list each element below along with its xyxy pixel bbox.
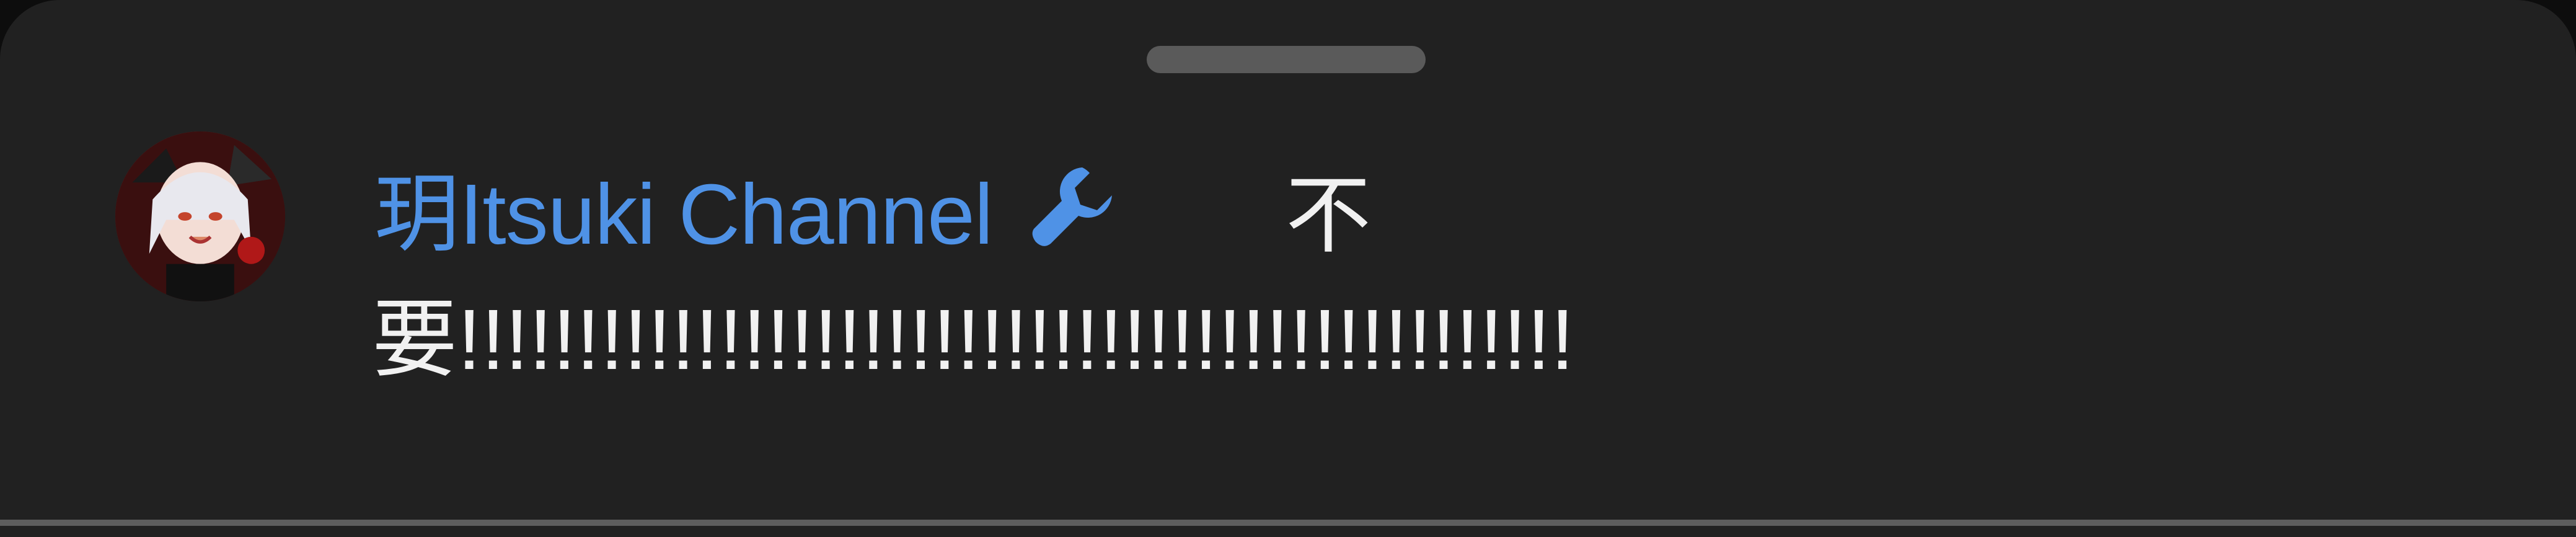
comment-item: 玥Itsuki Channel 不要!!!!!!!!!!!!!!!!!!!!!!… [0, 0, 2576, 496]
divider [0, 520, 2576, 526]
comment-text: 不要!!!!!!!!!!!!!!!!!!!!!!!!!!!!!!!!!!!!!!… [372, 168, 1575, 388]
comment-sheet: 玥Itsuki Channel 不要!!!!!!!!!!!!!!!!!!!!!!… [0, 0, 2576, 537]
avatar-image [115, 131, 285, 301]
avatar[interactable] [115, 131, 285, 301]
